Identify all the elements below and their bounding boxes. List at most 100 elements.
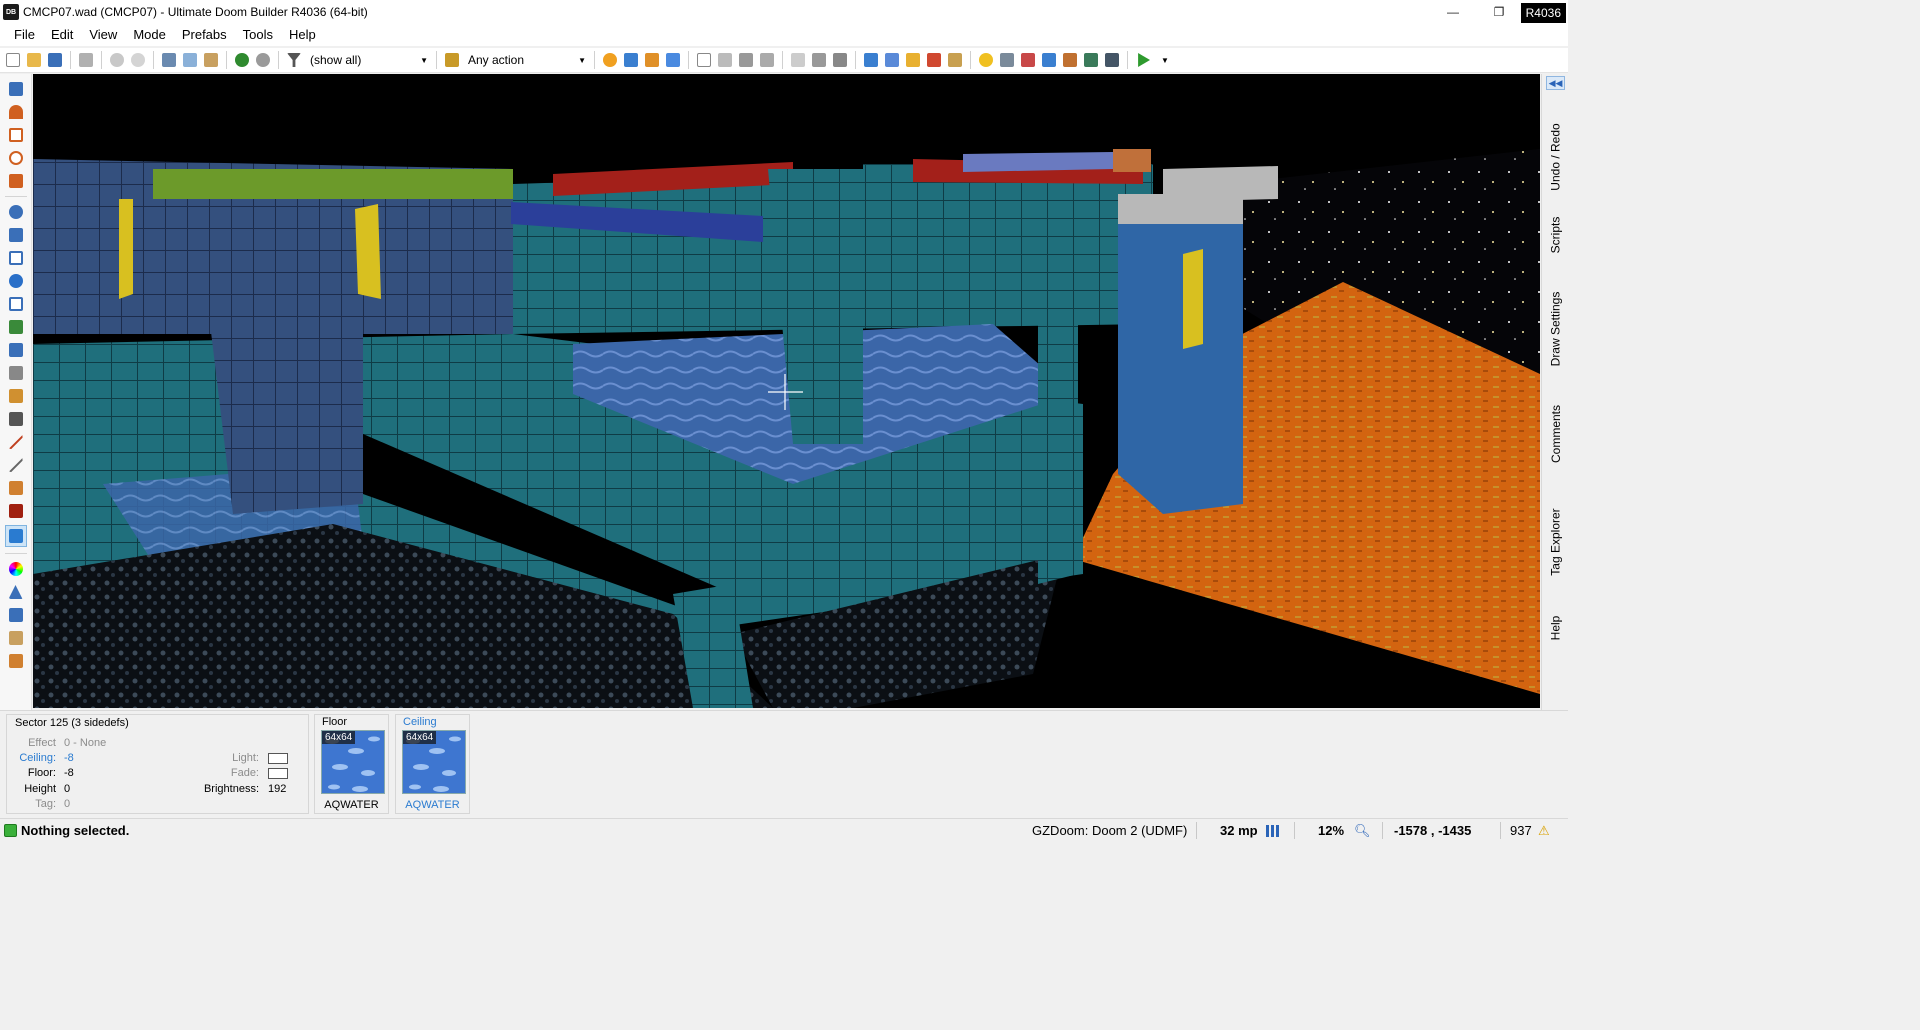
info-icon[interactable] (1082, 51, 1100, 69)
fullbright-icon[interactable] (946, 51, 964, 69)
things-mode-icon[interactable] (7, 272, 25, 290)
toolbar-divider (782, 51, 783, 69)
draw-curve-icon[interactable] (7, 103, 25, 121)
view-ceiling-icon[interactable] (758, 51, 776, 69)
menu-edit[interactable]: Edit (43, 24, 81, 46)
tab-scripts[interactable]: Scripts (1542, 210, 1569, 260)
grid-icon[interactable] (622, 51, 640, 69)
linedef-action-dropdown[interactable]: Any action ▼ (468, 50, 588, 70)
warning-icon[interactable]: ⚠ (1538, 819, 1550, 842)
sectors-mode-icon[interactable] (7, 249, 25, 267)
insert-prefab-icon[interactable] (233, 51, 251, 69)
screenshot-icon[interactable] (925, 51, 943, 69)
draw-rectangle-icon[interactable] (7, 126, 25, 144)
undo-icon[interactable] (108, 51, 126, 69)
restore-button[interactable]: ❐ (1476, 0, 1522, 24)
minimize-button[interactable]: — (1430, 0, 1476, 24)
visual-mode-viewport[interactable] (33, 74, 1540, 708)
things-filter-dropdown[interactable]: (show all) ▼ (310, 50, 430, 70)
tab-undo-redo[interactable]: Undo / Redo (1542, 102, 1569, 212)
warnings-count[interactable]: 937 (1510, 819, 1532, 842)
sound-environment-icon[interactable] (7, 341, 25, 359)
tab-draw-settings[interactable]: Draw Settings (1542, 274, 1569, 384)
menu-mode[interactable]: Mode (125, 24, 174, 46)
sector-brightness-icon[interactable] (7, 479, 25, 497)
ceiling-slope-icon[interactable] (7, 456, 25, 474)
color-picker-icon[interactable] (7, 560, 25, 578)
linedef-action-icon[interactable] (443, 51, 461, 69)
tab-tag-explorer[interactable]: Tag Explorer (1542, 494, 1569, 589)
zoom-label[interactable]: 12% (1318, 819, 1344, 842)
effect-value: 0 - None (64, 737, 107, 749)
sky-icon[interactable] (1040, 51, 1058, 69)
linedefs-mode-icon[interactable] (7, 226, 25, 244)
engine-label[interactable]: GZDoom: Doom 2 (UDMF) (1032, 819, 1187, 842)
ceiling-texture-preview[interactable]: 64x64 (402, 730, 466, 794)
sector-list-icon[interactable] (7, 387, 25, 405)
save-map-icon[interactable] (46, 51, 64, 69)
grid-toggle-icon[interactable] (810, 51, 828, 69)
visual-mode-icon[interactable] (4, 525, 27, 547)
terrain-icon[interactable] (7, 583, 25, 601)
view-brightness-icon[interactable] (716, 51, 734, 69)
make-sector-icon[interactable] (7, 295, 25, 313)
photo-icon[interactable] (998, 51, 1016, 69)
draw-ellipse-icon[interactable] (7, 149, 25, 167)
paste-icon[interactable] (202, 51, 220, 69)
view-normal-icon[interactable] (695, 51, 713, 69)
vertices-mode-icon[interactable] (7, 203, 25, 221)
menu-file[interactable]: File (6, 24, 43, 46)
status-divider (1196, 822, 1197, 839)
floor-texture-preview[interactable]: 64x64 (321, 730, 385, 794)
test-map-icon[interactable] (1134, 51, 1152, 69)
sound-propagation-icon[interactable] (7, 318, 25, 336)
arrows-icon[interactable] (1103, 51, 1121, 69)
zoom-icon[interactable]: 🔍︎ (1354, 819, 1371, 842)
snap-icon[interactable] (7, 606, 25, 624)
copy-icon[interactable] (181, 51, 199, 69)
highlight-icon[interactable] (977, 51, 995, 69)
menu-prefabs[interactable]: Prefabs (174, 24, 235, 46)
models-icon[interactable] (831, 51, 849, 69)
toolbar-divider (970, 51, 971, 69)
image-icon[interactable] (7, 364, 25, 382)
open-map-icon[interactable] (25, 51, 43, 69)
menu-help[interactable]: Help (281, 24, 324, 46)
grid-size-label[interactable]: 32 mp (1220, 819, 1258, 842)
textured-icon[interactable] (789, 51, 807, 69)
visplane-explorer-icon[interactable] (7, 502, 25, 520)
menu-view[interactable]: View (81, 24, 125, 46)
clock-icon[interactable] (1061, 51, 1079, 69)
lights-icon[interactable] (862, 51, 880, 69)
menu-tools[interactable]: Tools (235, 24, 281, 46)
chevron-down-icon: ▼ (420, 55, 428, 65)
fade-swatch (268, 768, 288, 779)
tab-help[interactable]: Help (1542, 608, 1569, 648)
grid-icon[interactable] (1266, 819, 1280, 842)
camera-icon[interactable] (664, 51, 682, 69)
floor-slope-icon[interactable] (7, 433, 25, 451)
sky-toggle-icon[interactable] (1019, 51, 1037, 69)
title-bar: DB CMCP07.wad (CMCP07) - Ultimate Doom B… (0, 0, 1568, 24)
fog-icon[interactable] (883, 51, 901, 69)
things-filter-icon[interactable] (285, 51, 303, 69)
bridge-icon[interactable] (7, 629, 25, 647)
layers-icon[interactable] (7, 410, 25, 428)
view-floor-icon[interactable] (737, 51, 755, 69)
brightness-icon[interactable] (601, 51, 619, 69)
redo-icon[interactable] (129, 51, 147, 69)
draw-lines-icon[interactable] (7, 80, 25, 98)
ceiling-row: Ceiling: -8 (9, 752, 73, 764)
main-toolbar: (show all) ▼ Any action ▼ ▼ (0, 48, 1568, 73)
tab-comments[interactable]: Comments (1542, 396, 1569, 471)
cut-icon[interactable] (160, 51, 178, 69)
texture-preview-icon[interactable] (643, 51, 661, 69)
new-map-icon[interactable] (4, 51, 22, 69)
insert-prefab-file-icon[interactable] (254, 51, 272, 69)
test-map-dropdown[interactable]: ▼ (1155, 50, 1169, 70)
stair-builder-icon[interactable] (7, 652, 25, 670)
draw-grid-icon[interactable] (7, 172, 25, 190)
map-options-icon[interactable] (77, 51, 95, 69)
dock-collapse-icon[interactable]: ◀◀ (1546, 76, 1565, 90)
dynamic-light-icon[interactable] (904, 51, 922, 69)
